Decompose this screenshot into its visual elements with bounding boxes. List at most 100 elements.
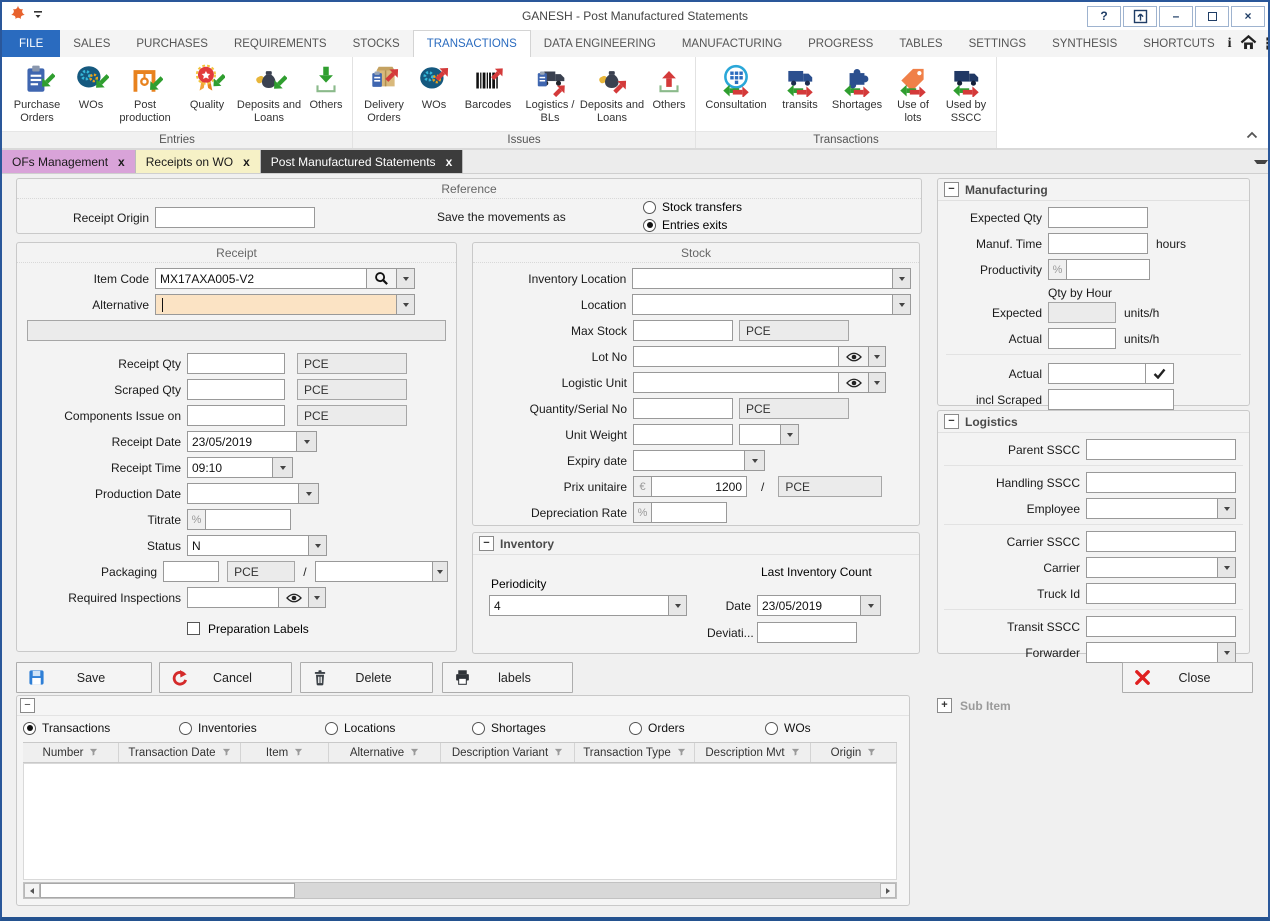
components-issue-input[interactable] (187, 405, 285, 426)
filter-funnel-icon[interactable] (222, 748, 231, 757)
ribbon-button-deposits-loans-issue[interactable]: Deposits and Loans (579, 59, 645, 124)
location-dropdown[interactable] (893, 294, 911, 315)
filter-funnel-icon[interactable] (867, 748, 876, 757)
scraped-qty-input[interactable] (187, 379, 285, 400)
radio-circle[interactable] (629, 722, 642, 735)
radio-entries-exits[interactable]: Entries exits (643, 218, 727, 232)
carrier-dropdown[interactable] (1218, 557, 1236, 578)
receipt-qty-input[interactable] (187, 353, 285, 374)
ribbon-tab-shortcuts[interactable]: SHORTCUTS (1130, 30, 1227, 57)
ribbon-button-consultation[interactable]: Consultation (698, 59, 774, 112)
manuf-time-input[interactable] (1048, 233, 1148, 254)
ribbon-button-shortages[interactable]: Shortages (826, 59, 888, 112)
inspections-eye-button[interactable] (279, 587, 309, 608)
collapse-logistics-button[interactable]: − (944, 414, 959, 429)
expiry-date-input[interactable] (633, 450, 745, 471)
ribbon-button-others-entry[interactable]: Others (302, 59, 350, 112)
filter-locations[interactable]: Locations (325, 721, 395, 735)
forwarder-dropdown[interactable] (1218, 642, 1236, 663)
unit-price-input[interactable] (651, 476, 747, 497)
ribbon-button-logistics-bls[interactable]: Logistics / BLs (521, 59, 579, 124)
production-date-dropdown[interactable] (299, 483, 319, 504)
ribbon-button-others-issue[interactable]: Others (645, 59, 693, 112)
collapse-manufacturing-button[interactable]: − (944, 182, 959, 197)
radio-circle[interactable] (472, 722, 485, 735)
location-input[interactable] (632, 294, 893, 315)
unit-weight-input[interactable] (633, 424, 733, 445)
delete-button[interactable]: Delete (300, 662, 433, 693)
status-dropdown[interactable] (309, 535, 327, 556)
lot-no-dropdown[interactable] (868, 346, 886, 367)
filter-funnel-icon[interactable] (677, 748, 686, 757)
parent-sscc-input[interactable] (1086, 439, 1236, 460)
preparation-labels-checkbox[interactable] (187, 622, 200, 635)
radio-circle[interactable] (643, 201, 656, 214)
logistic-unit-input[interactable] (633, 372, 839, 393)
employee-dropdown[interactable] (1218, 498, 1236, 519)
filter-inventories[interactable]: Inventories (179, 721, 257, 735)
inventory-location-dropdown[interactable] (893, 268, 911, 289)
info-icon[interactable]: i (1228, 36, 1232, 52)
max-stock-input[interactable] (633, 320, 733, 341)
doc-tab-post-manufactured-statements[interactable]: Post Manufactured Statements x (261, 150, 463, 173)
filter-funnel-icon[interactable] (410, 748, 419, 757)
filter-funnel-icon[interactable] (791, 748, 800, 757)
item-search-button[interactable] (367, 268, 397, 289)
ribbon-tab-file[interactable]: FILE (2, 30, 60, 57)
minimize-button[interactable]: – (1159, 6, 1193, 27)
inspections-dropdown[interactable] (308, 587, 326, 608)
ribbon-tab-tables[interactable]: TABLES (886, 30, 955, 57)
ribbon-button-post-production[interactable]: Post production (112, 59, 178, 124)
last-count-date-dropdown[interactable] (861, 595, 881, 616)
receipt-time-input[interactable] (187, 457, 273, 478)
periodicity-input[interactable] (489, 595, 669, 616)
column-header-description-variant[interactable]: Description Variant (441, 743, 575, 762)
filter-wos[interactable]: WOs (765, 721, 811, 735)
column-header-description-mvt[interactable]: Description Mvt (695, 743, 811, 762)
radio-circle[interactable] (643, 219, 656, 232)
ribbon-tab-transactions[interactable]: TRANSACTIONS (413, 30, 531, 57)
labels-button[interactable]: labels (442, 662, 573, 693)
column-header-number[interactable]: Number (23, 743, 119, 762)
scrollbar-thumb[interactable] (40, 883, 295, 898)
alternative-input[interactable] (155, 294, 397, 315)
transit-sscc-input[interactable] (1086, 616, 1236, 637)
deviation-input[interactable] (757, 622, 857, 643)
pin-up-button[interactable] (1123, 6, 1157, 27)
actual-confirm-button[interactable] (1146, 363, 1174, 384)
employee-input[interactable] (1086, 498, 1218, 519)
close-tab-icon[interactable]: x (446, 155, 453, 169)
last-count-date-input[interactable] (757, 595, 861, 616)
status-input[interactable] (187, 535, 309, 556)
expiry-date-dropdown[interactable] (745, 450, 765, 471)
tab-list-caret-icon[interactable] (1254, 160, 1268, 164)
unit-weight-dropdown[interactable] (781, 424, 799, 445)
doc-tab-receipts-on-wo[interactable]: Receipts on WO x (136, 150, 261, 173)
filter-funnel-icon[interactable] (89, 748, 98, 757)
periodicity-combo[interactable] (489, 595, 687, 616)
ribbon-button-wos-entry[interactable]: WOs (70, 59, 112, 112)
horizontal-scrollbar[interactable] (23, 882, 897, 899)
radio-stock-transfers[interactable]: Stock transfers (643, 200, 742, 214)
ribbon-tab-manufacturing[interactable]: MANUFACTURING (669, 30, 795, 57)
ribbon-tab-sales[interactable]: SALES (60, 30, 123, 57)
unit-weight-unit-input[interactable] (739, 424, 781, 445)
titrate-input[interactable] (205, 509, 291, 530)
expected-qty-input[interactable] (1048, 207, 1148, 228)
item-code-dropdown[interactable] (397, 268, 415, 289)
ribbon-button-used-by-sscc[interactable]: Used by SSCC (938, 59, 994, 124)
radio-circle[interactable] (179, 722, 192, 735)
close-tab-icon[interactable]: x (118, 155, 125, 169)
collapse-inventory-button[interactable]: − (479, 536, 494, 551)
column-header-transaction-type[interactable]: Transaction Type (575, 743, 695, 762)
radio-circle[interactable] (23, 722, 36, 735)
productivity-input[interactable] (1066, 259, 1150, 280)
ribbon-button-delivery-orders[interactable]: Delivery Orders (355, 59, 413, 124)
depreciation-rate-input[interactable] (651, 502, 727, 523)
filter-transactions[interactable]: Transactions (23, 721, 110, 735)
logistic-unit-eye-button[interactable] (839, 372, 869, 393)
scroll-right-arrow[interactable] (880, 883, 896, 898)
handling-sscc-input[interactable] (1086, 472, 1236, 493)
home-icon[interactable] (1240, 34, 1257, 53)
truck-id-input[interactable] (1086, 583, 1236, 604)
